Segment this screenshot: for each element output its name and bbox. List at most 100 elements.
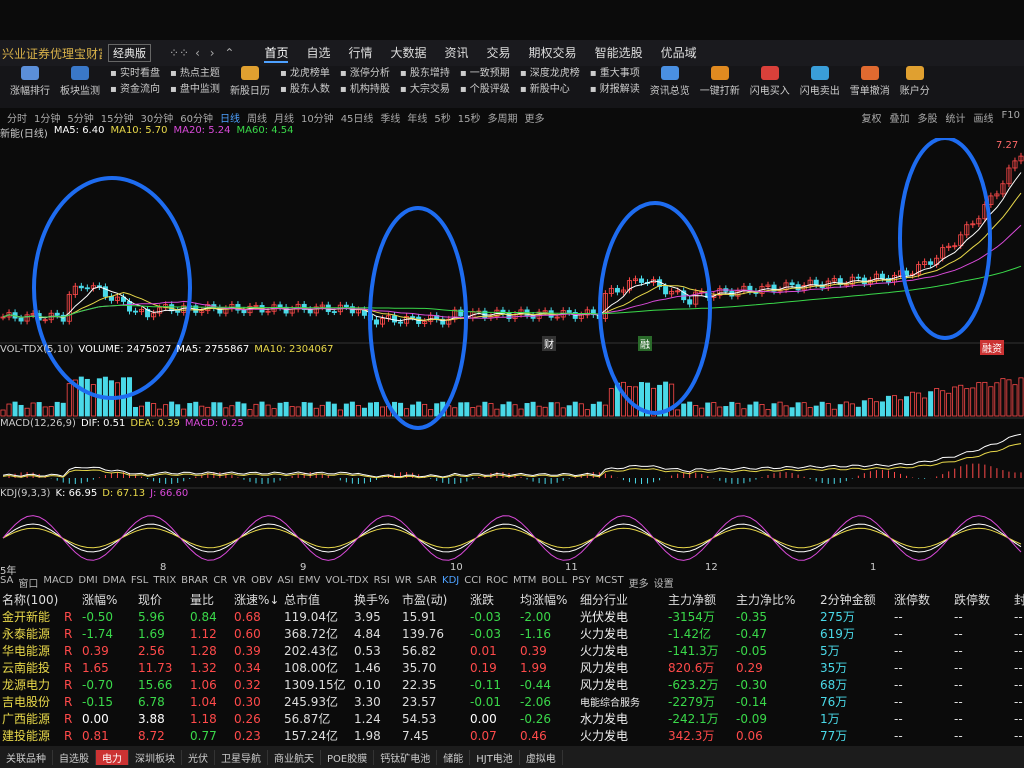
indicator-tab-9[interactable]: VR [232,575,246,590]
indicator-tab-17[interactable]: KDJ [442,575,459,590]
indicator-tab-15[interactable]: WR [395,575,412,590]
toolbar-button-0[interactable]: 涨幅排行 [10,66,50,97]
sector-tab-1[interactable]: 自选股 [53,749,96,765]
period-14[interactable]: 15秒 [458,110,481,125]
period-16[interactable]: 更多 [525,110,545,125]
indicator-tab-1[interactable]: 窗口 [18,575,38,590]
indicator-tab-19[interactable]: ROC [486,575,508,590]
indicator-tab-13[interactable]: VOL-TDX [325,575,368,590]
toolbar-link[interactable]: ▪ 龙虎榜单 [280,66,330,82]
sector-tab-4[interactable]: 光伏 [182,749,215,765]
indicator-tab-24[interactable]: 更多 [629,575,649,590]
kline-chart[interactable] [0,138,1024,578]
toolbar-button-2[interactable]: 新股日历 [230,66,270,97]
sector-tab-11[interactable]: 虚拟电 [520,749,563,765]
sector-tab-6[interactable]: 商业航天 [268,749,321,765]
period-10[interactable]: 45日线 [341,110,374,125]
period-6[interactable]: 日线 [220,110,240,125]
indicator-tab-23[interactable]: MCST [596,575,624,590]
toolbar-link[interactable]: ▪ 大宗交易 [400,82,450,98]
sector-tab-2[interactable]: 电力 [96,749,129,765]
forward-icon[interactable]: › [210,46,215,60]
table-row[interactable]: 云南能投 R 1.65 11.73 1.32 0.34 108.00亿 1.46 35.70 0.… [0,659,1024,676]
sector-tab-7[interactable]: POE胶膜 [321,749,375,765]
toolbar-link[interactable]: ▪ 盘中监测 [170,82,220,98]
toolbar-button-5[interactable]: 闪电买入 [750,66,790,97]
indicator-tab-10[interactable]: OBV [251,575,272,590]
cai-marker[interactable]: 财 [542,336,556,351]
toolbar-button-7[interactable]: 雪单撤消 [850,66,890,97]
indicator-tab-3[interactable]: DMI [78,575,97,590]
sector-tab-9[interactable]: 储能 [437,749,471,765]
toolbar-link[interactable]: ▪ 涨停分析 [340,66,390,82]
period-7[interactable]: 周线 [247,110,267,125]
tab-8[interactable]: 优品域 [661,44,697,63]
toolbar-button-6[interactable]: 闪电卖出 [800,66,840,97]
sector-tab-3[interactable]: 深圳板块 [129,749,182,765]
table-row[interactable]: 金开新能 R -0.50 5.96 0.84 0.68 119.04亿 3.95 15.91 -0… [0,608,1024,625]
tab-4[interactable]: 资讯 [445,44,469,63]
toolbar-link[interactable]: ▪ 新股中心 [520,82,580,98]
table-row[interactable]: 永泰能源 R -1.74 1.69 1.12 0.60 368.72亿 4.84 139.76 -… [0,625,1024,642]
period-11[interactable]: 季线 [380,110,400,125]
indicator-tab-16[interactable]: SAR [417,575,437,590]
toolbar-link[interactable]: ▪ 股东增持 [400,66,450,82]
tool-3[interactable]: 统计 [946,110,966,125]
indicator-tab-11[interactable]: ASI [277,575,293,590]
table-row[interactable]: 华电能源 R 0.39 2.56 1.28 0.39 202.43亿 0.53 56.82 0.0… [0,642,1024,659]
toolbar-link[interactable]: ▪ 一致预期 [460,66,510,82]
tool-4[interactable]: 画线 [974,110,994,125]
indicator-tab-8[interactable]: CR [213,575,227,590]
toolbar-link[interactable]: ▪ 资金流向 [110,82,160,98]
period-8[interactable]: 月线 [274,110,294,125]
tab-7[interactable]: 智能选股 [595,44,643,63]
toolbar-button-1[interactable]: 板块监测 [60,66,100,97]
rong-marker[interactable]: 融 [638,336,652,351]
period-4[interactable]: 30分钟 [140,110,173,125]
indicator-tab-25[interactable]: 设置 [654,575,674,590]
indicator-tab-18[interactable]: CCI [464,575,481,590]
tool-1[interactable]: 叠加 [890,110,910,125]
toolbar-link[interactable]: ▪ 热点主题 [170,66,220,82]
version-dropdown[interactable]: 经典版 [108,44,151,62]
indicator-tab-2[interactable]: MACD [43,575,73,590]
toolbar-link[interactable]: ▪ 财报解读 [590,82,640,98]
tab-6[interactable]: 期权交易 [529,44,577,63]
back-icon[interactable]: ‹ [195,46,200,60]
sector-tab-10[interactable]: HJT电池 [470,749,520,765]
tab-0[interactable]: 首页 [264,44,289,63]
period-13[interactable]: 5秒 [434,110,450,125]
indicator-tab-6[interactable]: TRIX [153,575,176,590]
period-2[interactable]: 5分钟 [67,110,93,125]
period-0[interactable]: 分时 [7,110,27,125]
period-12[interactable]: 年线 [407,110,427,125]
indicator-tab-5[interactable]: FSL [131,575,149,590]
indicator-tab-20[interactable]: MTM [513,575,536,590]
period-1[interactable]: 1分钟 [34,110,60,125]
period-5[interactable]: 60分钟 [180,110,213,125]
indicator-tab-0[interactable]: SA [0,575,13,590]
toolbar-link[interactable]: ▪ 实时看盘 [110,66,160,82]
period-3[interactable]: 15分钟 [101,110,134,125]
indicator-tab-22[interactable]: PSY [572,575,591,590]
margin-marker[interactable]: 融资 [980,340,1004,355]
sector-tab-8[interactable]: 钙钛矿电池 [374,749,438,765]
toolbar-button-4[interactable]: 一键打新 [700,66,740,97]
sector-tab-0[interactable]: 关联品种 [0,749,53,765]
tool-5[interactable]: F10 [1002,110,1020,125]
indicator-tab-7[interactable]: BRAR [181,575,208,590]
tab-5[interactable]: 交易 [487,44,511,63]
toolbar-link[interactable]: ▪ 重大事项 [590,66,640,82]
tab-1[interactable]: 自选 [306,44,330,63]
indicator-tab-12[interactable]: EMV [299,575,321,590]
table-row[interactable]: 建投能源 R 0.81 8.72 0.77 0.23 157.24亿 1.98 7.45 0.07… [0,727,1024,744]
toolbar-link[interactable]: ▪ 机构持股 [340,82,390,98]
tab-3[interactable]: 大数据 [391,44,427,63]
tool-2[interactable]: 多股 [918,110,938,125]
tab-2[interactable]: 行情 [348,44,372,63]
tool-0[interactable]: 复权 [862,110,882,125]
grid-icon[interactable]: ⁘⁘ [169,46,189,60]
table-row[interactable]: 吉电股份 R -0.15 6.78 1.04 0.30 245.93亿 3.30 23.57 -0… [0,693,1024,710]
indicator-tab-4[interactable]: DMA [103,575,126,590]
toolbar-link[interactable]: ▪ 股东人数 [280,82,330,98]
